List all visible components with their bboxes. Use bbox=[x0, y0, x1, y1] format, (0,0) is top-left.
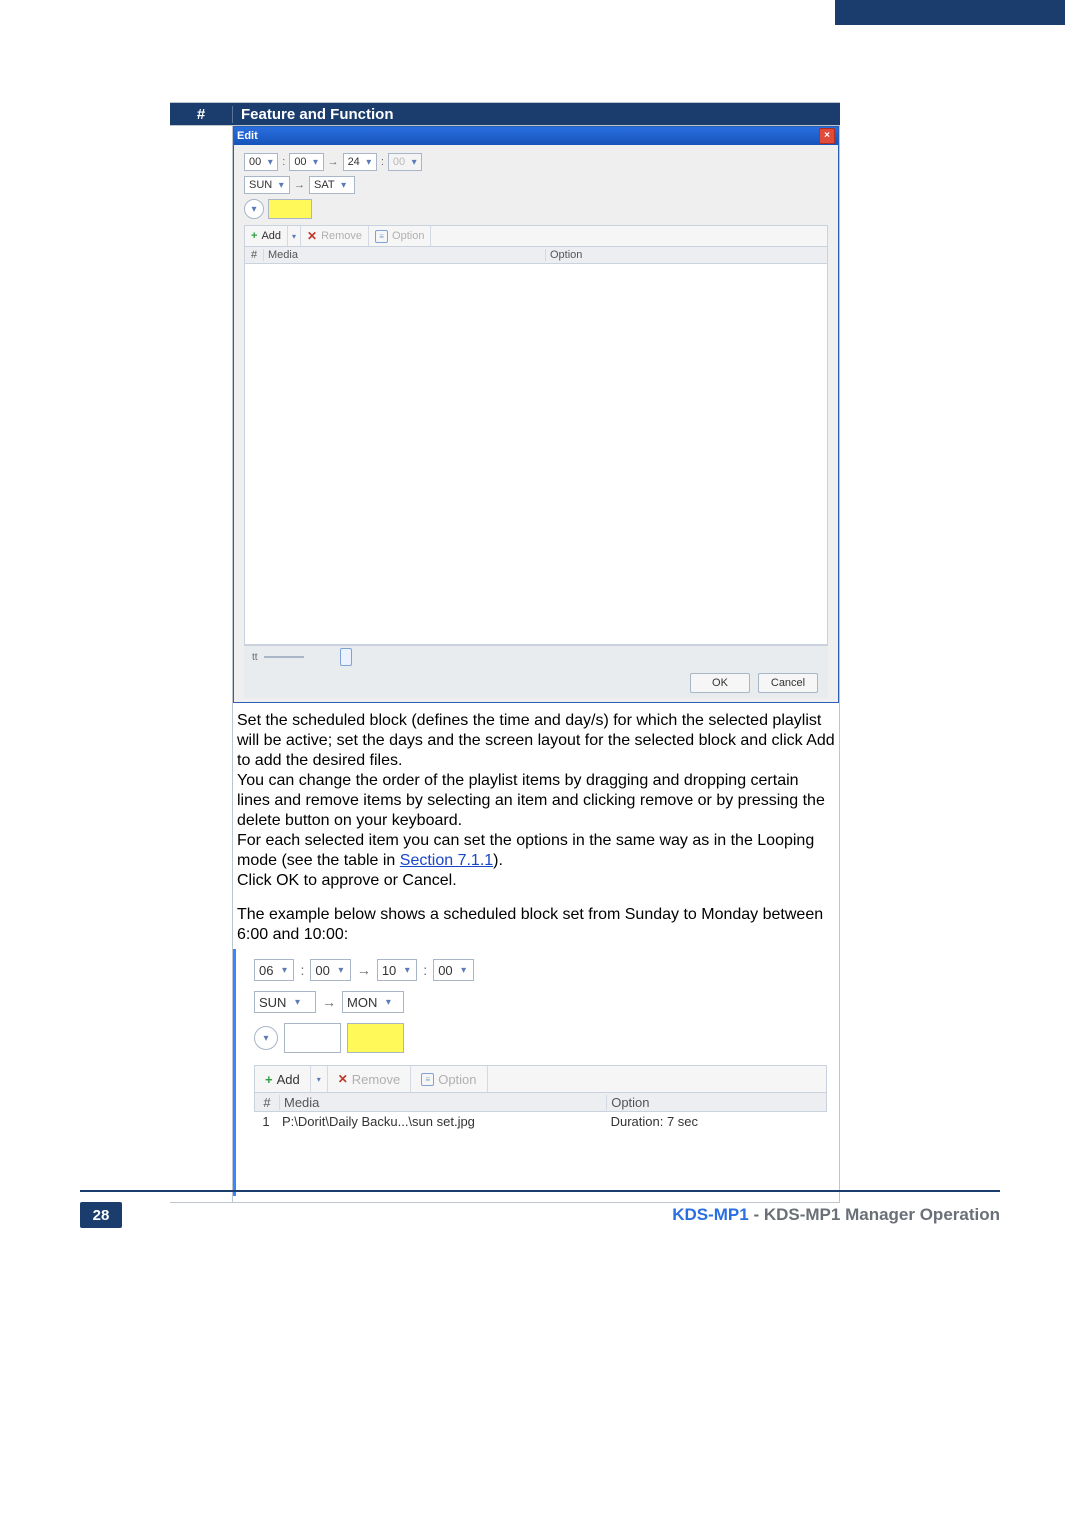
col-option: Option bbox=[546, 249, 827, 261]
desc-p1: Set the scheduled block (defines the tim… bbox=[237, 711, 835, 771]
start-day-select[interactable]: SUN bbox=[244, 176, 290, 194]
layout-swatch-yellow[interactable] bbox=[347, 1023, 404, 1053]
list-icon: ≡ bbox=[421, 1073, 434, 1086]
list-icon: ≡ bbox=[375, 230, 388, 243]
chevron-down-icon bbox=[274, 178, 288, 192]
plus-icon: + bbox=[265, 1072, 273, 1087]
dialog-title: Edit bbox=[237, 130, 258, 142]
chevron-down-icon bbox=[317, 1074, 321, 1084]
cancel-button[interactable]: Cancel bbox=[758, 673, 818, 693]
cell-number-empty bbox=[170, 126, 233, 1203]
day-range-row: SUN → SAT bbox=[244, 176, 828, 194]
end-day-select[interactable]: SAT bbox=[309, 176, 355, 194]
desc-p4: Click OK to approve or Cancel. bbox=[237, 871, 835, 891]
colon-sep: : bbox=[381, 156, 384, 168]
footer-title: KDS-MP1 - KDS-MP1 Manager Operation bbox=[672, 1205, 1000, 1225]
ok-button[interactable]: OK bbox=[690, 673, 750, 693]
media-toolbar: +Add ✕Remove ≡Option bbox=[254, 1065, 827, 1093]
layout-row: ▾ bbox=[244, 199, 828, 219]
option-button[interactable]: ≡Option bbox=[411, 1066, 487, 1092]
x-icon: ✕ bbox=[338, 1072, 348, 1086]
start-min-select[interactable]: 00 bbox=[310, 959, 350, 981]
section-link[interactable]: Section 7.1.1 bbox=[400, 852, 493, 869]
to-arrow: → bbox=[294, 179, 305, 191]
slider-thumb[interactable] bbox=[340, 648, 352, 666]
media-grid-header: # Media Option bbox=[244, 247, 828, 264]
row-media: P:\Dorit\Daily Backu...\sun set.jpg bbox=[278, 1114, 607, 1129]
table-header-row: # Feature and Function bbox=[170, 103, 840, 125]
header-accent bbox=[835, 0, 1065, 25]
x-icon: ✕ bbox=[307, 229, 317, 243]
desc-p2: You can change the order of the playlist… bbox=[237, 771, 835, 831]
page-footer: 28 KDS-MP1 - KDS-MP1 Manager Operation bbox=[80, 1190, 1000, 1232]
color-swatch[interactable] bbox=[268, 199, 312, 219]
col-index: # bbox=[255, 1095, 280, 1110]
page-number: 28 bbox=[80, 1202, 122, 1228]
desc-p5: The example below shows a scheduled bloc… bbox=[237, 905, 835, 945]
end-hour-select[interactable]: 24 bbox=[343, 153, 377, 171]
layout-toggle-icon[interactable]: ▾ bbox=[254, 1026, 278, 1050]
example-block: 06 : 00 → 10 : 00 SUN → MON bbox=[233, 949, 839, 1196]
layout-swatch-white[interactable] bbox=[284, 1023, 341, 1053]
media-grid-row[interactable]: 1 P:\Dorit\Daily Backu...\sun set.jpg Du… bbox=[254, 1112, 827, 1130]
start-day-select[interactable]: SUN bbox=[254, 991, 316, 1013]
col-feature: Feature and Function bbox=[233, 106, 840, 123]
row-option: Duration: 7 sec bbox=[607, 1114, 827, 1129]
description-block: Set the scheduled block (defines the tim… bbox=[233, 707, 839, 945]
media-grid-header: # Media Option bbox=[254, 1093, 827, 1112]
feature-table: # Feature and Function Edit × 00 : bbox=[170, 102, 840, 1203]
add-button[interactable]: +Add bbox=[245, 226, 288, 246]
remove-button[interactable]: ✕Remove bbox=[301, 226, 369, 246]
col-media: Media bbox=[280, 1095, 607, 1110]
dialog-button-row: OK Cancel bbox=[244, 668, 828, 698]
col-number: # bbox=[170, 106, 233, 123]
cell-feature: Edit × 00 : 00 → 24 : 00 bbox=[233, 126, 840, 1203]
add-dropdown[interactable] bbox=[311, 1066, 328, 1092]
day-range-row: SUN → MON bbox=[254, 991, 827, 1013]
colon-sep: : bbox=[282, 156, 285, 168]
time-range-row: 00 : 00 → 24 : 00 bbox=[244, 153, 828, 171]
chevron-down-icon bbox=[455, 961, 473, 979]
desc-p3: For each selected item you can set the o… bbox=[237, 831, 835, 871]
chevron-down-icon bbox=[398, 961, 416, 979]
chevron-down-icon bbox=[379, 993, 397, 1011]
add-button[interactable]: +Add bbox=[255, 1066, 311, 1092]
close-icon[interactable]: × bbox=[819, 128, 835, 144]
start-hour-select[interactable]: 06 bbox=[254, 959, 294, 981]
remove-button[interactable]: ✕Remove bbox=[328, 1066, 411, 1092]
col-media: Media bbox=[264, 249, 546, 261]
chevron-down-icon bbox=[362, 155, 376, 169]
chevron-down-icon bbox=[407, 155, 421, 169]
zoom-label: tt bbox=[252, 652, 258, 663]
chevron-down-icon bbox=[263, 155, 277, 169]
layout-row: ▾ bbox=[254, 1023, 827, 1053]
chevron-down-icon bbox=[288, 993, 306, 1011]
start-min-select[interactable]: 00 bbox=[289, 153, 323, 171]
layout-toggle-icon[interactable]: ▾ bbox=[244, 199, 264, 219]
zoom-slider-strip: tt bbox=[244, 645, 828, 668]
chevron-down-icon bbox=[292, 231, 296, 241]
end-day-select[interactable]: MON bbox=[342, 991, 404, 1013]
to-arrow: → bbox=[328, 156, 339, 168]
col-index: # bbox=[245, 249, 264, 261]
media-grid-body[interactable] bbox=[244, 264, 828, 645]
chevron-down-icon bbox=[275, 961, 293, 979]
chevron-down-icon bbox=[337, 178, 351, 192]
dialog-titlebar[interactable]: Edit × bbox=[234, 127, 838, 145]
end-hour-select[interactable]: 10 bbox=[377, 959, 417, 981]
add-dropdown[interactable] bbox=[288, 226, 301, 246]
plus-icon: + bbox=[251, 230, 257, 242]
end-min-select[interactable]: 00 bbox=[388, 153, 422, 171]
row-index: 1 bbox=[254, 1114, 278, 1129]
time-range-row: 06 : 00 → 10 : 00 bbox=[254, 959, 827, 981]
media-toolbar: +Add ✕Remove ≡Option bbox=[244, 225, 828, 247]
chevron-down-icon bbox=[309, 155, 323, 169]
edit-dialog: Edit × 00 : 00 → 24 : 00 bbox=[233, 126, 839, 703]
option-button[interactable]: ≡Option bbox=[369, 226, 431, 246]
start-hour-select[interactable]: 00 bbox=[244, 153, 278, 171]
end-min-select[interactable]: 00 bbox=[433, 959, 473, 981]
chevron-down-icon bbox=[332, 961, 350, 979]
col-option: Option bbox=[607, 1095, 826, 1110]
